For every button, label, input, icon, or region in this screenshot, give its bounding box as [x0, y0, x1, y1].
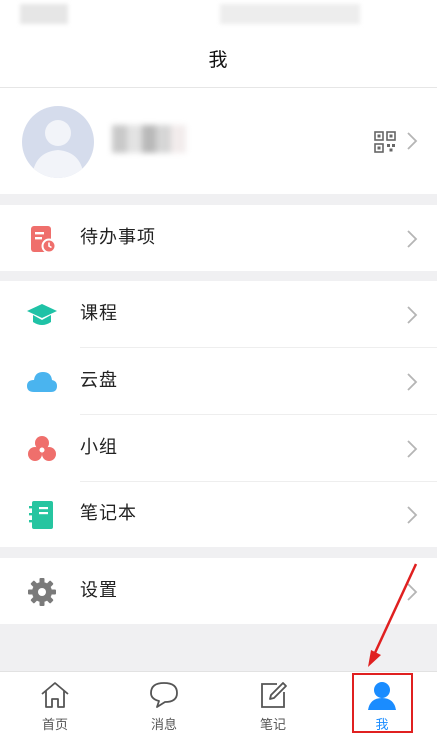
home-icon: [41, 682, 69, 708]
menu-item-label: 设置: [80, 580, 118, 601]
page-title: 我: [208, 49, 229, 71]
menu-item-settings[interactable]: 设置: [0, 558, 437, 624]
status-bar-blur-right: [220, 4, 360, 24]
graduation-cap-icon: [27, 304, 57, 325]
profile-card[interactable]: [0, 88, 437, 194]
tab-home[interactable]: 首页: [15, 672, 95, 735]
tab-label: 消息: [150, 718, 177, 733]
menu-item-notebook[interactable]: 笔记本: [0, 481, 437, 547]
menu-item-todo[interactable]: 待办事项: [0, 205, 437, 271]
chevron-right-icon: [407, 506, 418, 524]
menu-item-course[interactable]: 课程: [0, 281, 437, 347]
tab-label: 笔记: [259, 718, 286, 733]
menu-item-group[interactable]: 小组: [0, 415, 437, 481]
chat-bubble-icon: [150, 682, 178, 708]
edit-note-icon: [261, 682, 287, 708]
menu-item-cloud[interactable]: 云盘: [0, 348, 437, 414]
chevron-right-icon: [407, 440, 418, 458]
tab-messages[interactable]: 消息: [124, 672, 204, 735]
tab-label: 首页: [41, 718, 68, 733]
chevron-right-icon: [407, 583, 418, 601]
menu-item-label: 笔记本: [80, 503, 137, 524]
menu-group-todo: 待办事项: [0, 205, 437, 271]
notebook-icon: [29, 501, 53, 529]
page-header: 我: [0, 30, 437, 88]
chevron-right-icon: [407, 373, 418, 391]
username-redacted: [112, 125, 186, 153]
menu-group-settings: 设置: [0, 558, 437, 624]
avatar[interactable]: [22, 106, 94, 178]
menu-item-label: 课程: [80, 303, 118, 324]
menu-item-label: 云盘: [80, 370, 118, 391]
status-bar-blur-left: [20, 4, 68, 24]
gear-icon: [28, 578, 56, 606]
default-avatar-icon: [32, 120, 84, 178]
menu-item-label: 待办事项: [80, 227, 156, 248]
chevron-right-icon: [407, 230, 418, 248]
tab-notes[interactable]: 笔记: [233, 672, 313, 735]
qr-code-icon[interactable]: [374, 131, 396, 153]
menu-group-main: 课程 云盘 小组 笔记本: [0, 281, 437, 547]
chevron-right-icon: [407, 132, 418, 150]
group-icon: [28, 436, 56, 461]
cloud-icon: [27, 372, 57, 392]
todo-list-icon: [31, 226, 57, 254]
chevron-right-icon: [407, 306, 418, 324]
menu-item-label: 小组: [80, 437, 118, 458]
status-bar: [0, 0, 437, 30]
annotation-highlight-box: [352, 673, 413, 733]
